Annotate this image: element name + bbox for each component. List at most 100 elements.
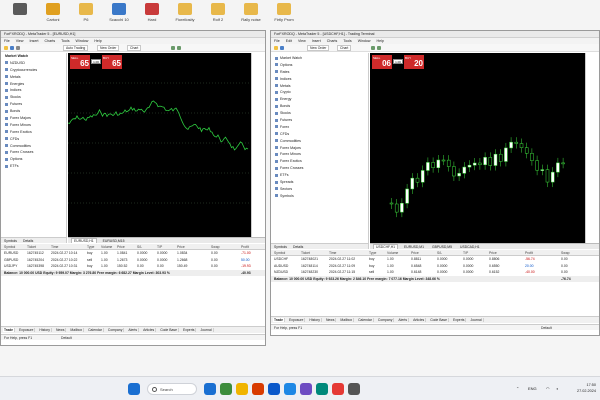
left-toolbox-tab[interactable]: Exposure bbox=[18, 328, 36, 332]
right-toolbox-tab[interactable]: Company bbox=[376, 318, 395, 322]
right-sidebar-item[interactable]: Bonds bbox=[271, 103, 368, 110]
left-sidebar-item[interactable]: Cryptocurrencies bbox=[1, 67, 66, 74]
right-menu-item[interactable]: Window bbox=[358, 39, 371, 43]
desktop-icon[interactable]: Cartoni bbox=[37, 3, 69, 22]
right-menu-item[interactable]: File bbox=[274, 39, 280, 43]
zoom-out-icon[interactable] bbox=[177, 46, 181, 50]
tray-language[interactable]: ENG bbox=[528, 377, 537, 400]
right-chart-button[interactable]: Chart bbox=[337, 45, 352, 51]
taskbar-app-icon[interactable] bbox=[332, 383, 344, 395]
left-toolbox-tab[interactable]: Experts bbox=[181, 328, 197, 332]
right-sidebar-item[interactable]: Forex Minors bbox=[271, 151, 368, 158]
left-menu-item[interactable]: Window bbox=[76, 39, 89, 43]
right-chart-tab[interactable]: GBPUSD,M5 bbox=[430, 245, 454, 249]
right-toolbox-tab[interactable]: Experts bbox=[451, 318, 467, 322]
left-sidebar-item[interactable]: Energies bbox=[1, 81, 66, 88]
desktop-icon[interactable]: Scacchi 10 bbox=[103, 3, 135, 22]
taskbar-app-icon[interactable] bbox=[348, 383, 360, 395]
wifi-icon[interactable]: ◠ bbox=[546, 377, 550, 400]
left-sidebar-item[interactable]: Forex Minors bbox=[1, 122, 66, 129]
volume-icon[interactable]: ◖ bbox=[556, 377, 558, 400]
open-icon[interactable] bbox=[274, 46, 278, 50]
right-menu-item[interactable]: Help bbox=[377, 39, 384, 43]
left-menu-item[interactable]: Charts bbox=[45, 39, 56, 43]
left-sidebar-item[interactable]: Forex Exotics bbox=[1, 129, 66, 136]
right-sidebar-item[interactable]: Rates bbox=[271, 69, 368, 76]
left-sidebar-item[interactable]: Stocks bbox=[1, 94, 66, 101]
left-toolbox-tab[interactable]: Journal bbox=[199, 328, 214, 332]
left-chart-button[interactable]: Chart bbox=[127, 45, 142, 51]
right-toolbox-tab[interactable]: Alerts bbox=[397, 318, 410, 322]
right-toolbox-tab[interactable]: Journal bbox=[469, 318, 484, 322]
right-side-tab[interactable]: Symbols bbox=[274, 245, 287, 249]
left-sidebar-item[interactable]: NZDUSD bbox=[1, 60, 66, 67]
left-sidebar-item[interactable]: Metals bbox=[1, 74, 66, 81]
left-side-tab[interactable]: Symbols bbox=[4, 239, 17, 243]
right-chart-tab[interactable]: USDCAD,H1 bbox=[458, 245, 482, 249]
taskbar-app-icon[interactable] bbox=[300, 383, 312, 395]
right-side-tab[interactable]: Details bbox=[293, 245, 303, 249]
right-sidebar-item[interactable]: Commodities bbox=[271, 138, 368, 145]
right-sidebar-item[interactable]: CFDs bbox=[271, 131, 368, 138]
left-menu-item[interactable]: File bbox=[4, 39, 10, 43]
right-menu-item[interactable]: View bbox=[298, 39, 306, 43]
left-menu-item[interactable]: View bbox=[16, 39, 24, 43]
right-menu-item[interactable]: Charts bbox=[327, 39, 338, 43]
left-auto-trading-button[interactable]: Auto Trading bbox=[63, 45, 89, 51]
desktop-icon[interactable]: P6 bbox=[70, 3, 102, 22]
right-sidebar-item[interactable]: Stocks bbox=[271, 110, 368, 117]
taskbar-app-icon[interactable] bbox=[316, 383, 328, 395]
left-toolbox-tab[interactable]: History bbox=[38, 328, 52, 332]
left-sidebar-item[interactable]: Indices bbox=[1, 87, 66, 94]
right-toolbox-tab[interactable]: News bbox=[324, 318, 337, 322]
right-sidebar-item[interactable]: ETFs bbox=[271, 172, 368, 179]
zoom-in-icon[interactable] bbox=[171, 46, 175, 50]
right-sidebar-item[interactable]: Indices bbox=[271, 76, 368, 83]
desktop-icon[interactable]: Hard bbox=[136, 3, 168, 22]
right-sidebar-item[interactable]: Futures bbox=[271, 117, 368, 124]
desktop-icon[interactable]: Rolf 2 bbox=[202, 3, 234, 22]
right-menu-item[interactable]: Tools bbox=[343, 39, 351, 43]
left-toolbox-tab[interactable]: Trade bbox=[3, 328, 16, 332]
left-toolbox-tab[interactable]: Alerts bbox=[127, 328, 140, 332]
left-toolbox-tab[interactable]: Calendar bbox=[87, 328, 104, 332]
right-chart-tab[interactable]: EURUSD,M1 bbox=[402, 245, 426, 249]
taskbar-app-icon[interactable] bbox=[268, 383, 280, 395]
right-sidebar-item[interactable]: Sectors bbox=[271, 186, 368, 193]
start-icon[interactable] bbox=[128, 383, 140, 395]
right-toolbox-tab[interactable]: Trade bbox=[273, 318, 286, 322]
left-menu-item[interactable]: Tools bbox=[61, 39, 69, 43]
left-menu-item[interactable]: Help bbox=[94, 39, 101, 43]
right-sidebar-item[interactable]: Forex Crosses bbox=[271, 165, 368, 172]
left-lot-input[interactable]: 1.00 bbox=[91, 59, 101, 64]
taskbar-app-icon[interactable] bbox=[220, 383, 232, 395]
right-sidebar-item[interactable]: Crypto bbox=[271, 89, 368, 96]
left-toolbox-tab[interactable]: Company bbox=[106, 328, 125, 332]
right-price-chart[interactable]: SELL 06 1.00 BUY 20 bbox=[370, 53, 585, 243]
right-toolbox-tab[interactable]: Mailbox bbox=[339, 318, 355, 322]
left-sidebar-item[interactable]: CFDs bbox=[1, 136, 66, 143]
right-toolbox-tab[interactable]: Exposure bbox=[288, 318, 306, 322]
left-chart-tab[interactable]: EURUSD,M15 bbox=[101, 239, 127, 243]
save-icon[interactable] bbox=[10, 46, 14, 50]
right-buy-button[interactable]: BUY 20 bbox=[404, 55, 424, 69]
right-sidebar-item[interactable]: Symbols bbox=[271, 193, 368, 200]
left-sell-button[interactable]: SELL 65 bbox=[70, 55, 90, 69]
zoom-in-icon[interactable] bbox=[371, 46, 375, 50]
desktop-icon[interactable]: Fiorellosity bbox=[169, 3, 201, 22]
right-sidebar-item[interactable]: Energy bbox=[271, 96, 368, 103]
right-sell-button[interactable]: SELL 06 bbox=[372, 55, 392, 69]
left-sidebar-item[interactable]: ETFs bbox=[1, 163, 66, 170]
left-toolbox-tab[interactable]: Articles bbox=[142, 328, 157, 332]
right-menu-item[interactable]: Edit bbox=[286, 39, 292, 43]
right-sidebar-item[interactable]: Forex Majors bbox=[271, 145, 368, 152]
right-sidebar-item[interactable]: Spreads bbox=[271, 179, 368, 186]
desktop-icon[interactable]: Firtly Prom bbox=[268, 3, 300, 22]
left-toolbox-tab[interactable]: News bbox=[54, 328, 67, 332]
left-sidebar-item[interactable]: Bonds bbox=[1, 108, 66, 115]
left-sidebar-item[interactable]: Forex Crosses bbox=[1, 149, 66, 156]
zoom-out-icon[interactable] bbox=[377, 46, 381, 50]
taskbar-app-icon[interactable] bbox=[204, 383, 216, 395]
right-sidebar-item[interactable]: Forex Exotics bbox=[271, 158, 368, 165]
left-chart-tab[interactable]: EURUSD,H1 bbox=[71, 238, 97, 243]
